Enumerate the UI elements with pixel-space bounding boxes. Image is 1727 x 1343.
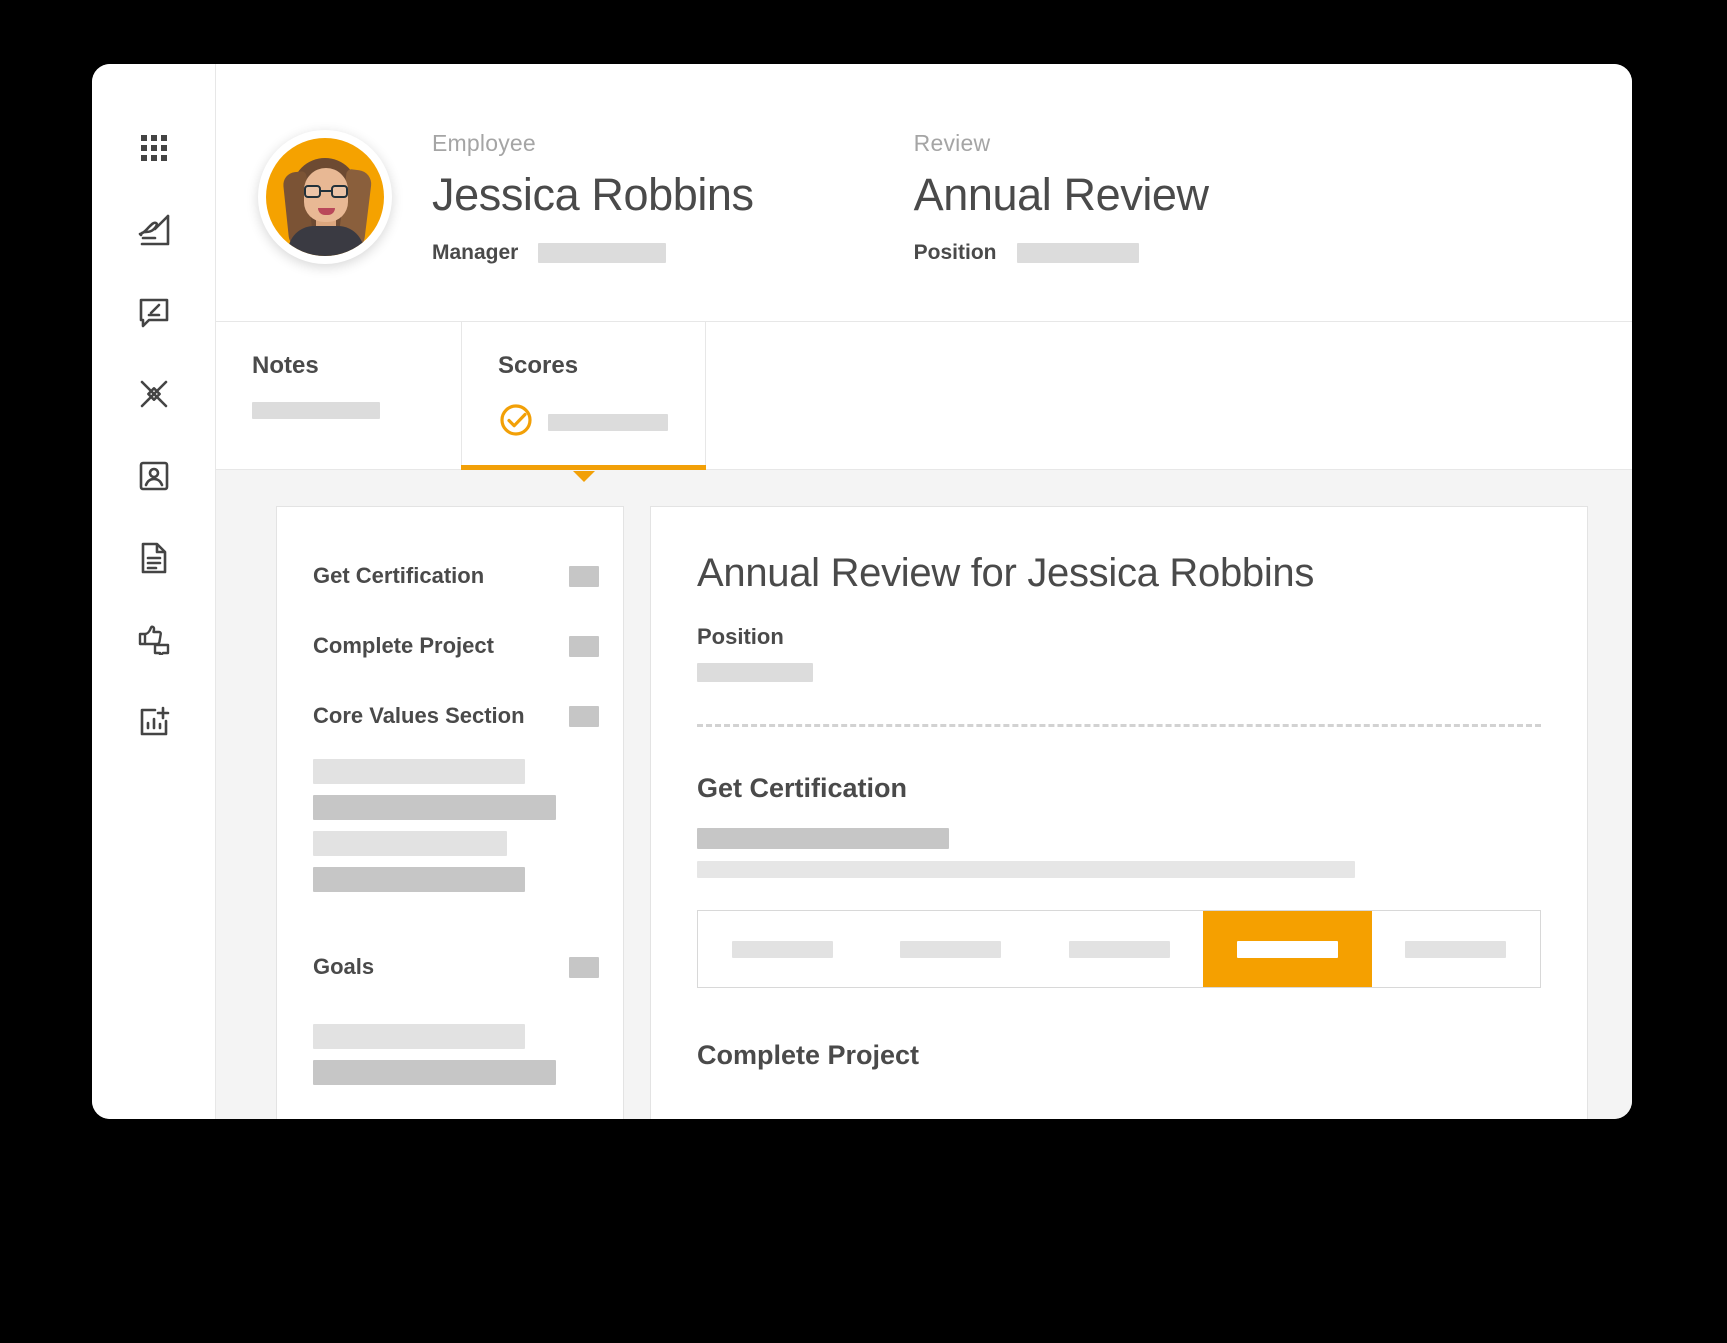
placeholder-bar xyxy=(313,795,556,820)
sidebar-item-tools[interactable] xyxy=(126,366,182,422)
app-window: Employee Jessica Robbins Manager Review … xyxy=(92,64,1632,1119)
feedback-icon xyxy=(137,625,171,655)
outline-row-chip xyxy=(569,635,599,657)
sidebar-item-comments[interactable] xyxy=(126,284,182,340)
employee-block: Employee Jessica Robbins Manager xyxy=(432,130,754,265)
section-heading-get-certification: Get Certification xyxy=(697,773,908,803)
sidebar-item-documents[interactable] xyxy=(126,530,182,586)
outline-row-label: Complete Project xyxy=(313,633,494,658)
document-icon xyxy=(140,542,168,574)
record-header: Employee Jessica Robbins Manager Review … xyxy=(216,64,1632,322)
sidebar-item-add-report[interactable] xyxy=(126,694,182,750)
avatar-photo xyxy=(266,138,384,256)
placeholder-bar xyxy=(697,828,949,849)
outline-row-label: Get Certification xyxy=(313,563,485,588)
outline-row-chip xyxy=(569,565,599,587)
outline-row-label: Core Values Section xyxy=(313,703,525,728)
tab-scores[interactable]: Scores xyxy=(461,322,706,482)
rating-option-bar xyxy=(900,940,1002,958)
section-heading-complete-project: Complete Project xyxy=(697,1040,920,1070)
get-certification-placeholder-bars xyxy=(697,828,1541,878)
employee-name: Jessica Robbins xyxy=(432,169,754,220)
position-label: Position xyxy=(913,240,997,264)
placeholder-bar xyxy=(313,1024,525,1049)
placeholder-bar xyxy=(313,831,507,856)
tab-scores-meta xyxy=(498,402,705,443)
main-body: Get Certification Complete Project Core … xyxy=(216,470,1632,1119)
sidebar-item-sign[interactable] xyxy=(126,202,182,258)
tab-notes-meta xyxy=(252,402,461,419)
active-tab-pointer xyxy=(572,471,595,482)
outline-row-chip xyxy=(569,956,599,978)
outline-row-goals[interactable]: Goals xyxy=(313,954,599,980)
outline-row-complete-project[interactable]: Complete Project xyxy=(313,633,599,659)
tab-notes-value-placeholder xyxy=(252,402,380,419)
position-row: Position xyxy=(914,241,1209,265)
rating-option-5[interactable] xyxy=(1372,911,1540,987)
tab-notes-label: Notes xyxy=(252,352,319,379)
placeholder-bar xyxy=(697,861,1355,878)
rating-option-3[interactable] xyxy=(1035,911,1203,987)
form-position-value-placeholder xyxy=(697,663,813,682)
check-circle-icon xyxy=(498,402,534,443)
tab-scores-value-placeholder xyxy=(548,414,668,431)
rating-option-4-selected[interactable] xyxy=(1203,911,1372,987)
sidebar-rail xyxy=(92,64,216,1119)
chart-add-icon xyxy=(138,706,170,738)
outline-row-core-values[interactable]: Core Values Section xyxy=(313,703,599,729)
manager-label: Manager xyxy=(432,240,519,264)
review-name: Annual Review xyxy=(913,169,1209,220)
sidebar-item-feedback[interactable] xyxy=(126,612,182,668)
rating-option-bar xyxy=(731,940,833,958)
page-title: Annual Review for Jessica Robbins xyxy=(697,551,1315,595)
position-value-placeholder xyxy=(1016,242,1139,263)
sidebar-item-apps[interactable] xyxy=(126,120,182,176)
placeholder-bar xyxy=(313,867,525,892)
contact-card-icon xyxy=(139,461,169,491)
employee-kicker: Employee xyxy=(432,130,536,156)
rating-option-bar xyxy=(1236,940,1338,958)
outline-spacer xyxy=(313,902,599,954)
rating-option-bar xyxy=(1068,940,1170,958)
form-position-label: Position xyxy=(697,624,784,649)
comment-edit-icon xyxy=(138,296,170,328)
core-values-placeholder-bars xyxy=(313,759,599,892)
tab-strip: Notes Scores xyxy=(216,322,1632,482)
goals-placeholder-bars xyxy=(313,1024,599,1085)
rating-option-1[interactable] xyxy=(698,911,866,987)
review-block: Review Annual Review Position xyxy=(914,130,1209,265)
sidebar-item-contacts[interactable] xyxy=(126,448,182,504)
rating-option-2[interactable] xyxy=(866,911,1034,987)
outline-row-get-certification[interactable]: Get Certification xyxy=(313,563,599,589)
outline-row-chip xyxy=(569,705,599,727)
design-tools-icon xyxy=(138,378,170,410)
active-tab-underline xyxy=(461,465,706,470)
review-kicker: Review xyxy=(913,130,991,156)
outline-row-label: Goals xyxy=(313,954,375,979)
placeholder-bar xyxy=(313,759,525,784)
review-form-panel: Annual Review for Jessica Robbins Positi… xyxy=(650,506,1588,1119)
manager-value-placeholder xyxy=(538,242,667,263)
tab-notes[interactable]: Notes xyxy=(216,322,461,469)
apps-grid-icon xyxy=(139,133,169,163)
manager-row: Manager xyxy=(432,241,754,265)
sign-document-icon xyxy=(137,213,171,247)
avatar xyxy=(258,130,392,264)
placeholder-bar xyxy=(313,1060,556,1085)
rating-option-bar xyxy=(1405,940,1507,958)
rating-scale[interactable] xyxy=(697,910,1541,988)
outline-panel: Get Certification Complete Project Core … xyxy=(276,506,624,1119)
tab-scores-label: Scores xyxy=(498,352,579,379)
content-area: Employee Jessica Robbins Manager Review … xyxy=(216,64,1632,1119)
